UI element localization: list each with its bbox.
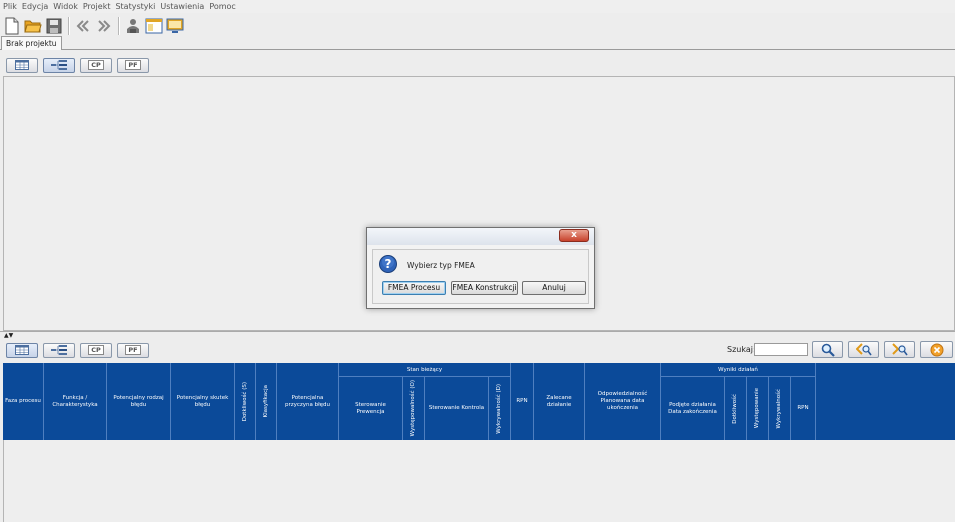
panel-splitter[interactable]: ▲▼ <box>0 331 955 339</box>
splitter-arrows-icon[interactable]: ▲▼ <box>4 332 13 339</box>
column-header-rpn[interactable]: RPN <box>511 363 534 440</box>
column-header-w-wystepowanie-text: Występowanie <box>754 388 760 429</box>
forward-icon[interactable] <box>94 17 113 36</box>
question-icon: ? <box>379 255 397 273</box>
svg-text:?: ? <box>385 257 392 271</box>
column-header-w-dotkliwosc-text: Dotkliwość <box>732 393 738 424</box>
cp-view-button-lower[interactable]: CP <box>80 342 112 358</box>
menu-bar: Plik Edycja Widok Projekt Statystyki Ust… <box>0 0 955 13</box>
column-header-wykrywalnosc[interactable]: Wykrywalność (D) <box>489 377 511 440</box>
menu-ustawienia[interactable]: Ustawienia <box>160 2 204 11</box>
column-header-zalecane[interactable]: Zalecane działanie <box>534 363 585 440</box>
column-header-w-rpn[interactable]: RPN <box>791 377 816 440</box>
upper-view-bar: CP PF <box>0 54 955 76</box>
column-header-funkcja[interactable]: Funkcja / Charakterystyka <box>44 363 107 440</box>
cp-label: CP <box>88 345 104 355</box>
app-window: Plik Edycja Widok Projekt Statystyki Ust… <box>0 0 955 522</box>
cp-label: CP <box>88 60 104 70</box>
column-header-wystepowalnosc[interactable]: Występowalność (O) <box>403 377 425 440</box>
column-header-faza[interactable]: Faza procesu <box>3 363 44 440</box>
search-input[interactable] <box>754 343 808 356</box>
pf-label: PF <box>125 60 141 70</box>
column-header-wykrywalnosc-text: Wykrywalność (D) <box>496 383 502 434</box>
main-toolbar <box>0 14 186 38</box>
toolbar-separator <box>118 17 120 35</box>
table-view-button[interactable] <box>6 57 38 73</box>
search-label: Szukaj: <box>727 345 756 354</box>
save-icon[interactable] <box>44 17 63 36</box>
window-icon[interactable] <box>144 17 163 36</box>
column-header-przyczyna[interactable]: Potencjalna przyczyna błędu <box>277 363 339 440</box>
monitor-icon[interactable] <box>165 17 184 36</box>
tree-structure-icon <box>51 345 67 355</box>
column-header-klasyfikacja-text: Klasyfikacja <box>262 385 269 418</box>
column-header-dotkliwosc-text: Dotkliwość (S) <box>241 381 248 422</box>
fmea-procesu-button[interactable]: FMEA Procesu <box>382 281 446 295</box>
column-header-rodzaj[interactable]: Potencjalny rodzaj błędu <box>107 363 171 440</box>
clear-search-button[interactable] <box>920 341 953 358</box>
pf-label: PF <box>125 345 141 355</box>
project-tab-strip: Brak projektu <box>0 36 955 50</box>
group-header-wyniki-dzialan: Wyniki działań <box>661 363 816 377</box>
clear-icon <box>930 343 943 356</box>
dialog-body: ? Wybierz typ FMEA FMEA Procesu FMEA Kon… <box>372 249 589 304</box>
toolbar-separator <box>68 17 70 35</box>
menu-pomoc[interactable]: Pomoc <box>209 2 236 11</box>
column-header-w-wystepowanie[interactable]: Występowanie <box>747 377 769 440</box>
search-button[interactable] <box>812 341 843 358</box>
search-previous-button[interactable] <box>848 341 879 358</box>
tree-view-button-lower[interactable] <box>43 342 75 358</box>
column-header-wystepowalnosc-text: Występowalność (O) <box>410 380 416 437</box>
tree-structure-icon <box>51 60 67 70</box>
menu-projekt[interactable]: Projekt <box>83 2 111 11</box>
menu-statystyki[interactable]: Statystyki <box>115 2 155 11</box>
search-previous-icon <box>855 342 872 355</box>
menu-plik[interactable]: Plik <box>3 2 17 11</box>
column-header-odpowiedzialnosc[interactable]: Odpowiedzialność Planowana data ukończen… <box>585 363 661 440</box>
search-next-icon <box>891 342 908 355</box>
search-icon <box>821 343 835 357</box>
dialog-close-button[interactable]: x <box>559 229 589 242</box>
column-header-skutek[interactable]: Potencjalny skutek błędu <box>171 363 235 440</box>
open-folder-icon[interactable] <box>23 17 42 36</box>
tree-view-button[interactable] <box>43 57 75 73</box>
back-icon[interactable] <box>73 17 92 36</box>
fmea-type-dialog: x ? Wybierz typ FMEA FMEA Procesu FMEA K… <box>366 227 595 309</box>
table-grid-icon <box>15 345 29 355</box>
tab-brak-projektu[interactable]: Brak projektu <box>1 36 62 50</box>
pf-view-button-lower[interactable]: PF <box>117 342 149 358</box>
table-grid-icon <box>15 60 29 70</box>
column-header-podjete[interactable]: Podjęte działania Data zakończenia <box>661 377 725 440</box>
users-icon[interactable] <box>123 17 142 36</box>
dialog-message: Wybierz typ FMEA <box>407 261 475 270</box>
table-view-button-lower[interactable] <box>6 342 38 358</box>
fmea-grid-body <box>3 440 955 522</box>
fmea-grid-header: Faza procesu Funkcja / Charakterystyka P… <box>3 363 955 440</box>
cp-view-button[interactable]: CP <box>80 57 112 73</box>
dialog-title-bar[interactable]: x <box>367 228 594 245</box>
new-file-icon[interactable] <box>2 17 21 36</box>
menu-widok[interactable]: Widok <box>53 2 78 11</box>
column-header-w-wykrywalnosc[interactable]: Wykrywalność <box>769 377 791 440</box>
column-header-w-wykrywalnosc-text: Wykrywalność <box>776 388 782 429</box>
pf-view-button[interactable]: PF <box>117 57 149 73</box>
group-header-stan-biezacy: Stan bieżący <box>339 363 511 377</box>
column-header-sterowanie-prewencja[interactable]: Sterowanie Prewencja <box>339 377 403 440</box>
column-header-klasyfikacja[interactable]: Klasyfikacja <box>256 363 277 440</box>
search-next-button[interactable] <box>884 341 915 358</box>
cancel-button[interactable]: Anuluj <box>522 281 586 295</box>
column-header-w-dotkliwosc[interactable]: Dotkliwość <box>725 377 747 440</box>
menu-edycja[interactable]: Edycja <box>22 2 48 11</box>
column-header-sterowanie-kontrola[interactable]: Sterowanie Kontrola <box>425 377 489 440</box>
fmea-konstrukcji-button[interactable]: FMEA Konstrukcji <box>451 281 518 295</box>
column-header-dotkliwosc[interactable]: Dotkliwość (S) <box>235 363 256 440</box>
